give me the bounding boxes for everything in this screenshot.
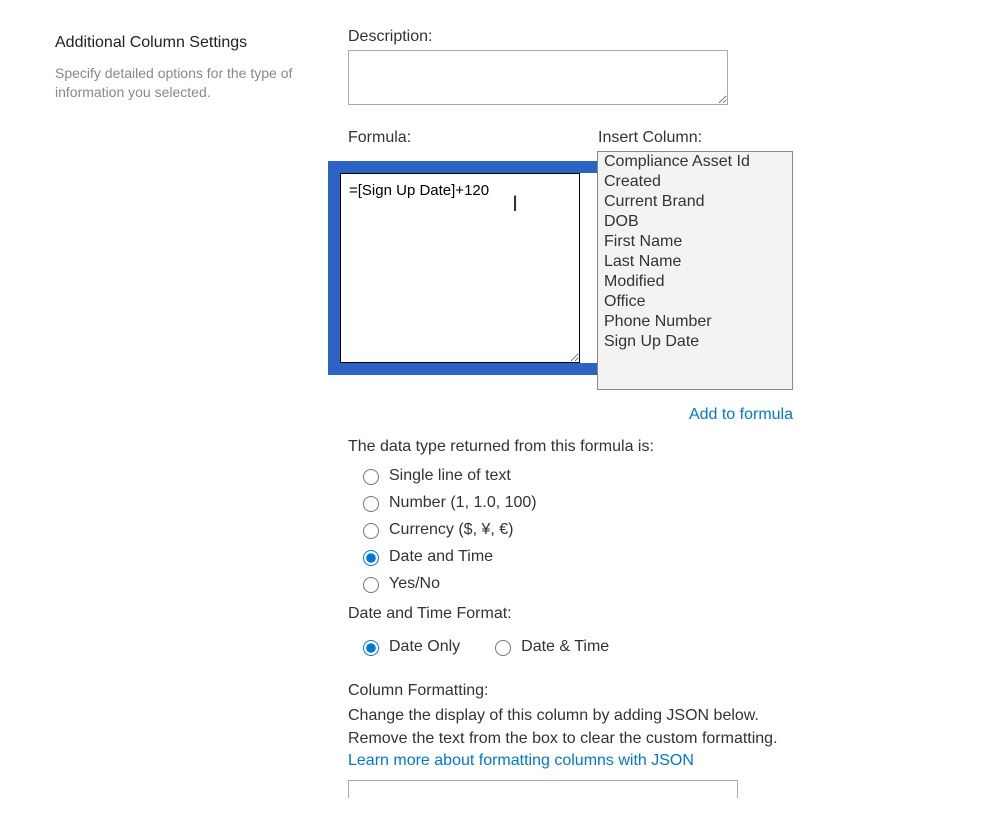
list-item[interactable]: First Name (598, 232, 792, 252)
radio-date-time[interactable]: Date and Time (348, 543, 949, 570)
add-to-formula-link[interactable]: Add to formula (598, 406, 793, 424)
radio-number[interactable]: Number (1, 1.0, 100) (348, 489, 949, 516)
radio-input[interactable] (495, 640, 511, 656)
radio-single-line[interactable]: Single line of text (348, 462, 949, 489)
radio-input[interactable] (363, 496, 379, 512)
insert-column-label: Insert Column: (598, 129, 793, 147)
radio-label: Date and Time (389, 548, 493, 566)
description-label: Description: (348, 28, 949, 46)
column-formatting-label: Column Formatting: (348, 682, 949, 700)
list-item[interactable]: Compliance Asset Id (598, 152, 792, 172)
radio-yes-no[interactable]: Yes/No (348, 570, 949, 597)
radio-input[interactable] (363, 469, 379, 485)
formula-input[interactable] (340, 173, 580, 363)
list-item[interactable]: Current Brand (598, 192, 792, 212)
radio-date-only[interactable]: Date Only (358, 633, 460, 660)
radio-date-and-time[interactable]: Date & Time (490, 633, 609, 660)
list-item[interactable]: DOB (598, 212, 792, 232)
radio-label: Single line of text (389, 467, 511, 485)
description-input[interactable] (348, 50, 728, 105)
radio-label: Currency ($, ¥, €) (389, 521, 513, 539)
radio-input[interactable] (363, 577, 379, 593)
list-item[interactable]: Office (598, 292, 792, 312)
section-heading: Additional Column Settings (55, 34, 310, 52)
list-item[interactable]: Sign Up Date (598, 332, 792, 352)
insert-column-listbox[interactable]: Compliance Asset Id Created Current Bran… (597, 151, 793, 390)
column-formatting-desc-1: Change the display of this column by add… (348, 704, 949, 727)
radio-input[interactable] (363, 550, 379, 566)
radio-input[interactable] (363, 523, 379, 539)
radio-input[interactable] (363, 640, 379, 656)
radio-label: Yes/No (389, 575, 440, 593)
list-item[interactable]: Created (598, 172, 792, 192)
list-item[interactable]: Last Name (598, 252, 792, 272)
list-item[interactable]: Phone Number (598, 312, 792, 332)
column-formatting-desc-2: Remove the text from the box to clear th… (348, 727, 949, 750)
formula-highlight-box: I (328, 161, 613, 375)
radio-label: Date & Time (521, 638, 609, 656)
datetime-format-label: Date and Time Format: (348, 605, 949, 623)
radio-currency[interactable]: Currency ($, ¥, €) (348, 516, 949, 543)
radio-label: Date Only (389, 638, 460, 656)
section-description: Specify detailed options for the type of… (55, 64, 310, 102)
learn-more-json-link[interactable]: Learn more about formatting columns with… (348, 752, 694, 770)
formula-label: Formula: (348, 129, 598, 147)
json-formatting-input[interactable] (348, 780, 738, 798)
list-item[interactable]: Modified (598, 272, 792, 292)
data-type-label: The data type returned from this formula… (348, 438, 949, 456)
radio-label: Number (1, 1.0, 100) (389, 494, 537, 512)
